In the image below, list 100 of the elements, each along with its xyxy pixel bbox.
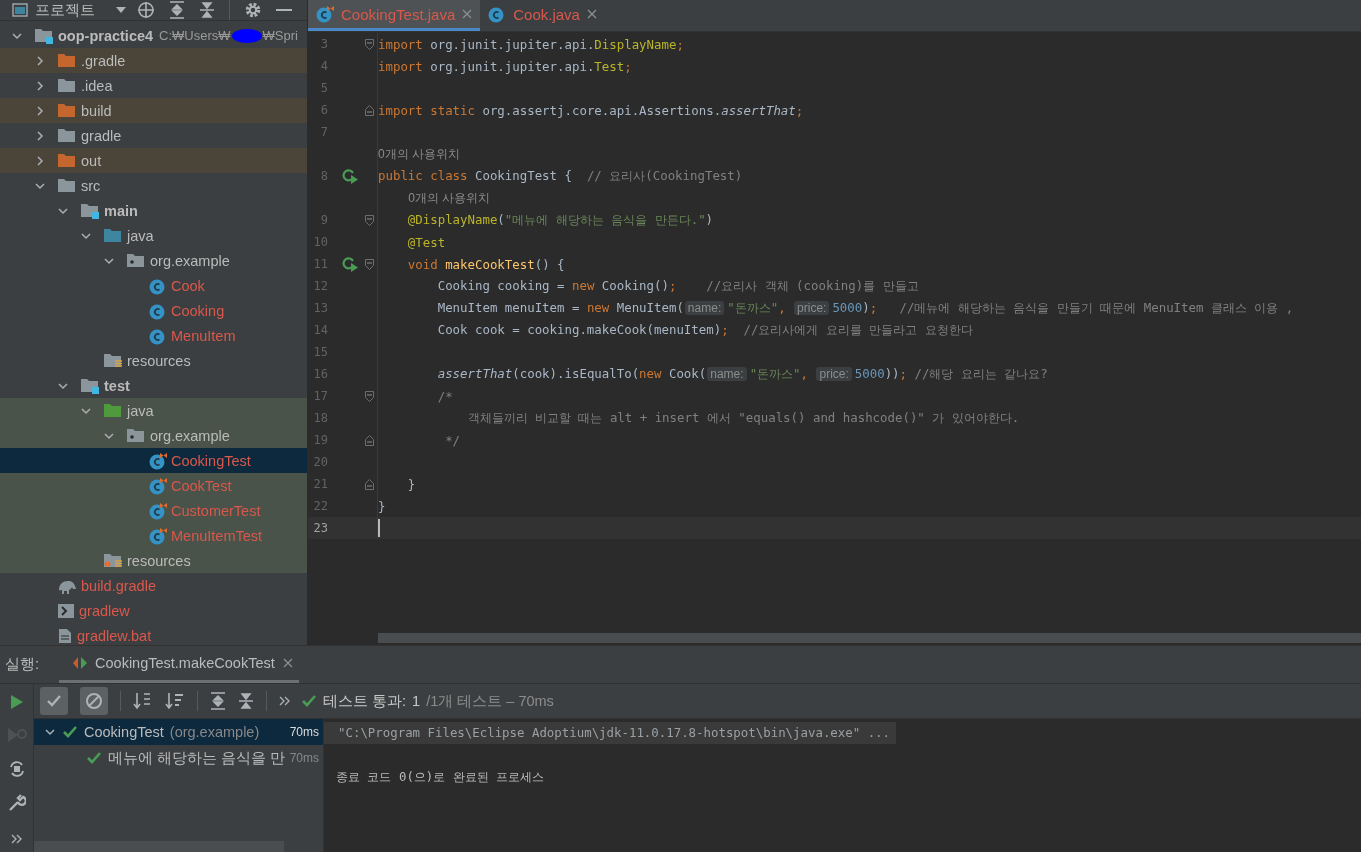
test-method-item[interactable]: 메뉴에 해당하는 음식을 만 70ms [34,745,323,771]
tree-label: build [81,102,112,119]
fold-marker-icon[interactable] [365,434,374,446]
code-line: @Test [406,234,446,250]
usage-hint[interactable]: 0개의 사용위치 [408,189,491,207]
show-passed-toggle[interactable] [40,687,68,715]
tree-item[interactable]: src [0,173,307,198]
dropdown-icon[interactable] [115,6,127,14]
tree-item[interactable]: Cook [0,273,307,298]
fold-marker-icon[interactable] [365,104,374,116]
scrollbar-thumb[interactable] [34,841,284,852]
tree-item[interactable]: build [0,98,307,123]
more-icon[interactable] [279,696,291,706]
tree-item[interactable]: org.example [0,248,307,273]
locate-icon[interactable] [137,1,155,19]
tree-item[interactable]: MenuItem [0,323,307,348]
close-icon[interactable] [282,658,293,668]
more-icon[interactable] [10,834,23,844]
status-detail: /1개 테스트 – 70ms [426,691,554,711]
sort-alpha-icon[interactable] [133,691,153,711]
chevron-icon[interactable] [58,205,68,216]
close-icon[interactable] [462,9,473,19]
tree-label: oop-practice4 [58,27,154,44]
path-text: C:₩Users₩ [159,28,231,43]
code-line: */ [444,432,461,448]
code-line: } [406,476,416,492]
chevron-icon[interactable] [58,380,68,391]
chevron-icon[interactable] [45,727,55,737]
check-icon [62,725,78,739]
tree-item[interactable]: resources [0,548,307,573]
code-line: /* [436,388,453,404]
tree-item[interactable]: .idea [0,73,307,98]
run-test-icon[interactable] [342,256,359,272]
tree-label: org.example [150,427,230,444]
sort-duration-icon[interactable] [165,691,185,711]
run-tab[interactable]: CookingTest.makeCookTest [59,646,299,683]
test-class-item[interactable]: CookingTest (org.example) 70ms [34,719,323,745]
tree-item[interactable]: gradle [0,123,307,148]
tree-item[interactable]: gradlew.bat [0,623,307,645]
settings-icon[interactable] [244,1,262,19]
tree-item[interactable]: main [0,198,307,223]
tree-item[interactable]: out [0,148,307,173]
line-number: 18 [312,411,328,425]
tree-item[interactable]: Cooking [0,298,307,323]
line-number: 19 [312,433,328,447]
expand-all-icon[interactable] [169,1,185,19]
code-line: import static org.assertj.core.api.Assertions.assertThat; [378,102,804,118]
fold-marker-icon[interactable] [365,38,374,50]
collapse-all-icon[interactable] [238,692,254,710]
editor-tab[interactable]: Cook.java [480,0,605,31]
tree-item[interactable]: gradlew [0,598,307,623]
folder-icon [57,102,77,119]
fold-marker-icon[interactable] [365,258,374,270]
chevron-icon[interactable] [104,430,114,441]
tree-item[interactable]: resources [0,348,307,373]
chevron-icon[interactable] [35,55,45,66]
collapse-all-icon[interactable] [199,1,215,19]
chevron-icon[interactable] [81,230,91,241]
folder-icon [80,377,100,394]
minimize-icon[interactable] [276,8,292,12]
chevron-icon[interactable] [104,255,114,266]
test-class-icon [316,5,334,23]
tree-label: java [127,402,154,419]
tree-item[interactable]: CookingTest [0,448,307,473]
chevron-icon[interactable] [35,80,45,91]
panel-icon [12,2,28,18]
folder-icon [103,552,123,569]
fold-marker-icon[interactable] [365,478,374,490]
chevron-icon[interactable] [81,405,91,416]
wrench-icon[interactable] [7,794,26,812]
run-test-icon[interactable] [342,168,359,184]
tree-item[interactable]: org.example [0,423,307,448]
redaction-mark [231,28,262,43]
line-number: 10 [312,235,328,249]
fold-marker-icon[interactable] [365,214,374,226]
chevron-icon[interactable] [12,30,22,41]
panel-title[interactable]: 프로젝트 [35,0,95,20]
tree-item[interactable]: java [0,398,307,423]
tree-item[interactable]: java [0,223,307,248]
fold-marker-icon[interactable] [365,390,374,402]
test-run-icon [73,657,88,669]
folder-icon [126,427,146,444]
chevron-icon[interactable] [35,130,45,141]
chevron-icon[interactable] [35,105,45,116]
close-icon[interactable] [586,9,597,19]
expand-all-icon[interactable] [210,692,226,710]
line-number: 12 [312,279,328,293]
tree-item[interactable]: build.gradle [0,573,307,598]
code-line: Cooking cooking = new Cooking(); //요리사 객체 (cooking)를 만들고 [436,277,919,295]
usage-hint[interactable]: 0개의 사용위치 [378,145,460,163]
scrollbar-thumb[interactable] [378,633,1361,643]
tree-item[interactable]: .gradle [0,48,307,73]
code-line: void makeCookTest() { [406,256,565,272]
toggle-rerun-icon[interactable] [7,760,26,778]
chevron-icon[interactable] [35,180,45,191]
play-icon[interactable] [9,694,24,710]
chevron-icon[interactable] [35,155,45,166]
tree-item[interactable]: oop-practice4 C:₩Users₩ ₩Spri [0,23,307,48]
tree-item[interactable]: test [0,373,307,398]
show-ignored-toggle[interactable] [80,687,108,715]
